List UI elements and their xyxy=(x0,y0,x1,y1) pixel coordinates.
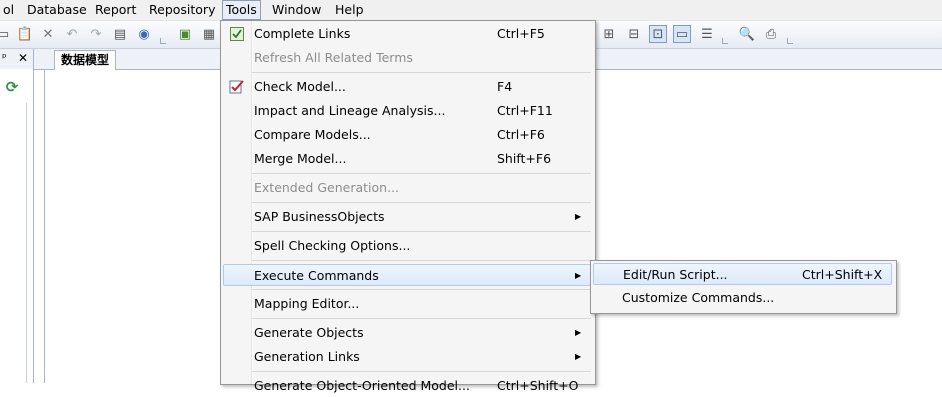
submenu-arrow-icon: ▶ xyxy=(575,212,582,221)
menu-item-edit-run-script[interactable]: Edit/Run Script... Ctrl+Shift+X xyxy=(593,263,892,285)
menu-item-refresh-all-related-terms[interactable]: Refresh All Related Terms xyxy=(223,47,591,69)
menu-item-merge-model[interactable]: Merge Model... Shift+F6 xyxy=(223,148,591,170)
refresh-icon[interactable]: ⟳ xyxy=(4,79,20,95)
properties-icon[interactable]: ▤ xyxy=(111,25,129,43)
complete-links-icon xyxy=(229,26,245,42)
delete-icon[interactable]: ✕ xyxy=(39,25,57,43)
menu-separator xyxy=(252,371,591,372)
menu-item-customize-commands[interactable]: Customize Commands... xyxy=(593,287,892,309)
copy-icon[interactable]: ▭ xyxy=(0,25,12,43)
menu-item-check-model[interactable]: Check Model... F4 xyxy=(223,76,591,98)
menu-item-execute-commands[interactable]: Execute Commands ▶ xyxy=(223,264,591,286)
toolbar-separator xyxy=(722,26,728,44)
check-model-icon xyxy=(229,79,245,95)
submenu-arrow-icon: ▶ xyxy=(575,271,582,280)
menu-item-sap-businessobjects[interactable]: SAP BusinessObjects ▶ xyxy=(223,206,591,228)
toolbar-separator xyxy=(160,26,166,44)
zoom-in-icon[interactable]: ⊞ xyxy=(600,25,618,43)
menu-item-generate-object-oriented-model[interactable]: Generate Object-Oriented Model... Ctrl+S… xyxy=(223,375,591,397)
browser-panel: ᵖ ✕ ⟳ xyxy=(0,49,34,383)
close-icon[interactable]: ✕ xyxy=(18,51,28,65)
print-icon[interactable]: ⎙ xyxy=(762,25,780,43)
panel-divider xyxy=(26,103,27,383)
menu-item-generate-objects[interactable]: Generate Objects ▶ xyxy=(223,322,591,344)
menu-tools[interactable]: Tools xyxy=(222,0,261,20)
menu-separator xyxy=(252,318,591,319)
menu-item-generation-links[interactable]: Generation Links ▶ xyxy=(223,346,591,368)
paste-icon[interactable]: 📋 xyxy=(16,25,34,43)
submenu-arrow-icon: ▶ xyxy=(575,328,582,337)
redo-icon[interactable]: ↷ xyxy=(87,25,105,43)
menu-tools-partial[interactable]: ol xyxy=(0,0,17,20)
undo-icon[interactable]: ↶ xyxy=(63,25,81,43)
menu-separator xyxy=(252,260,591,261)
zoom-to-page-icon[interactable]: ⊡ xyxy=(649,25,667,43)
new-model-icon[interactable]: ▣ xyxy=(176,25,194,43)
menu-separator xyxy=(252,289,591,290)
menu-item-complete-links[interactable]: Complete Links Ctrl+F5 xyxy=(223,23,591,45)
open-icon[interactable]: ▦ xyxy=(200,25,218,43)
toolbar-separator xyxy=(787,26,793,44)
menu-item-extended-generation[interactable]: Extended Generation... xyxy=(223,177,591,199)
tab-data-model[interactable]: 数据模型 xyxy=(54,50,117,71)
menu-repository[interactable]: Repository xyxy=(146,0,218,20)
menu-item-mapping-editor[interactable]: Mapping Editor... xyxy=(223,293,591,315)
menu-window[interactable]: Window xyxy=(269,0,324,20)
tools-menu: Complete Links Ctrl+F5 Refresh All Relat… xyxy=(220,20,596,393)
navigate-icon[interactable]: ◉ xyxy=(135,25,153,43)
menu-database[interactable]: Database xyxy=(24,0,90,20)
menu-report[interactable]: Report xyxy=(92,0,139,20)
menu-separator xyxy=(252,72,591,73)
execute-commands-submenu: Edit/Run Script... Ctrl+Shift+X Customiz… xyxy=(590,260,897,314)
comment-icon[interactable]: ▭ xyxy=(673,25,691,43)
menu-separator xyxy=(252,173,591,174)
menu-item-spell-checking-options[interactable]: Spell Checking Options... xyxy=(223,235,591,257)
browser-panel-header: ᵖ ✕ xyxy=(0,49,33,69)
pin-icon[interactable]: ᵖ xyxy=(2,51,7,64)
zoom-out-icon[interactable]: ⊟ xyxy=(625,25,643,43)
menu-separator xyxy=(252,202,591,203)
print-preview-icon[interactable]: 🔍 xyxy=(738,25,756,43)
menu-item-impact-lineage-analysis[interactable]: Impact and Lineage Analysis... Ctrl+F11 xyxy=(223,100,591,122)
menu-item-compare-models[interactable]: Compare Models... Ctrl+F6 xyxy=(223,124,591,146)
menu-separator xyxy=(252,231,591,232)
list-icon[interactable]: ☰ xyxy=(698,25,716,43)
menu-help[interactable]: Help xyxy=(332,0,367,20)
menu-bar: ol Database Report Repository Tools Wind… xyxy=(0,0,942,21)
submenu-arrow-icon: ▶ xyxy=(575,352,582,361)
